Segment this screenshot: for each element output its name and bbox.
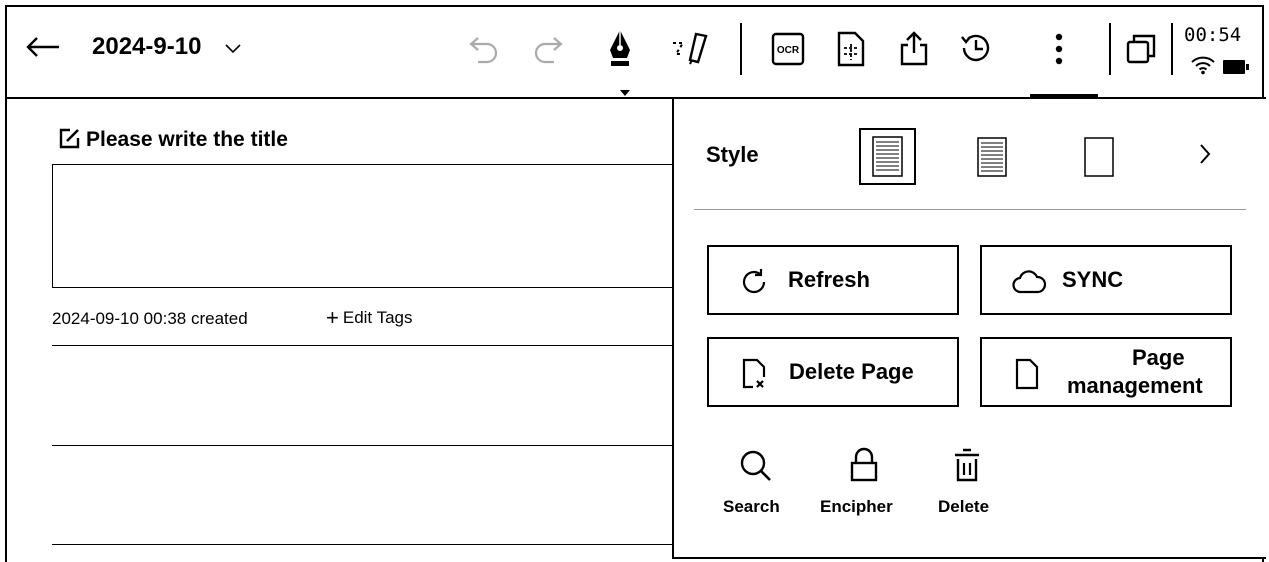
sync-button[interactable]: SYNC xyxy=(980,245,1232,315)
encipher-button[interactable]: Encipher xyxy=(819,447,909,522)
menu-divider xyxy=(694,209,1246,210)
ruled-line xyxy=(52,544,692,545)
window-icon[interactable] xyxy=(1125,33,1157,65)
style-label: Style xyxy=(706,142,759,167)
created-timestamp: 2024-09-10 00:38 created xyxy=(52,309,248,328)
style-option-dense-lines[interactable] xyxy=(859,128,916,185)
ocr-icon[interactable]: OCR xyxy=(771,32,805,66)
style-option-blank[interactable] xyxy=(1084,137,1114,177)
refresh-icon xyxy=(739,267,769,297)
page-title[interactable]: 2024-9-10 xyxy=(92,32,201,62)
svg-text:OCR: OCR xyxy=(777,45,800,56)
page-management-button[interactable]: Page management xyxy=(980,337,1232,407)
toolbar-divider xyxy=(1171,23,1173,75)
page-icon xyxy=(1014,357,1040,391)
lock-icon xyxy=(849,447,879,483)
delete-page-button[interactable]: Delete Page xyxy=(707,337,959,407)
delete-button[interactable]: Delete xyxy=(937,447,1003,522)
battery-icon xyxy=(1222,59,1250,75)
ruled-line xyxy=(52,445,692,446)
undo-icon[interactable] xyxy=(468,32,502,66)
search-button[interactable]: Search xyxy=(722,447,788,522)
cloud-icon xyxy=(1012,269,1046,295)
chevron-right-icon[interactable] xyxy=(1198,142,1212,166)
edit-title-icon xyxy=(58,126,82,150)
toolbar-divider xyxy=(740,23,742,75)
history-icon[interactable] xyxy=(958,30,994,66)
wifi-icon xyxy=(1190,55,1216,75)
search-icon xyxy=(739,449,773,483)
chevron-down-icon[interactable] xyxy=(224,42,242,54)
edit-tags-label: Edit Tags xyxy=(342,308,413,327)
title-placeholder[interactable]: Please write the title xyxy=(86,127,288,153)
page-layout-icon[interactable] xyxy=(836,30,866,68)
title-input-box[interactable] xyxy=(52,164,692,288)
refresh-button[interactable]: Refresh xyxy=(707,245,959,315)
trash-icon xyxy=(951,447,983,483)
toolbar-divider xyxy=(1109,23,1111,75)
style-option-lines[interactable] xyxy=(977,137,1007,177)
lasso-icon[interactable] xyxy=(668,30,712,66)
more-icon[interactable] xyxy=(1054,32,1064,66)
edit-tags-button[interactable]: + Edit Tags xyxy=(326,306,412,330)
redo-icon[interactable] xyxy=(530,32,564,66)
status-clock: 00:54 xyxy=(1184,24,1242,46)
active-tool-indicator xyxy=(620,90,630,96)
pen-nib-icon[interactable] xyxy=(605,28,635,70)
delete-page-icon xyxy=(741,357,767,391)
share-icon[interactable] xyxy=(898,29,930,67)
back-arrow-icon[interactable] xyxy=(25,36,61,58)
plus-icon: + xyxy=(326,305,339,330)
ruled-line xyxy=(52,345,692,346)
